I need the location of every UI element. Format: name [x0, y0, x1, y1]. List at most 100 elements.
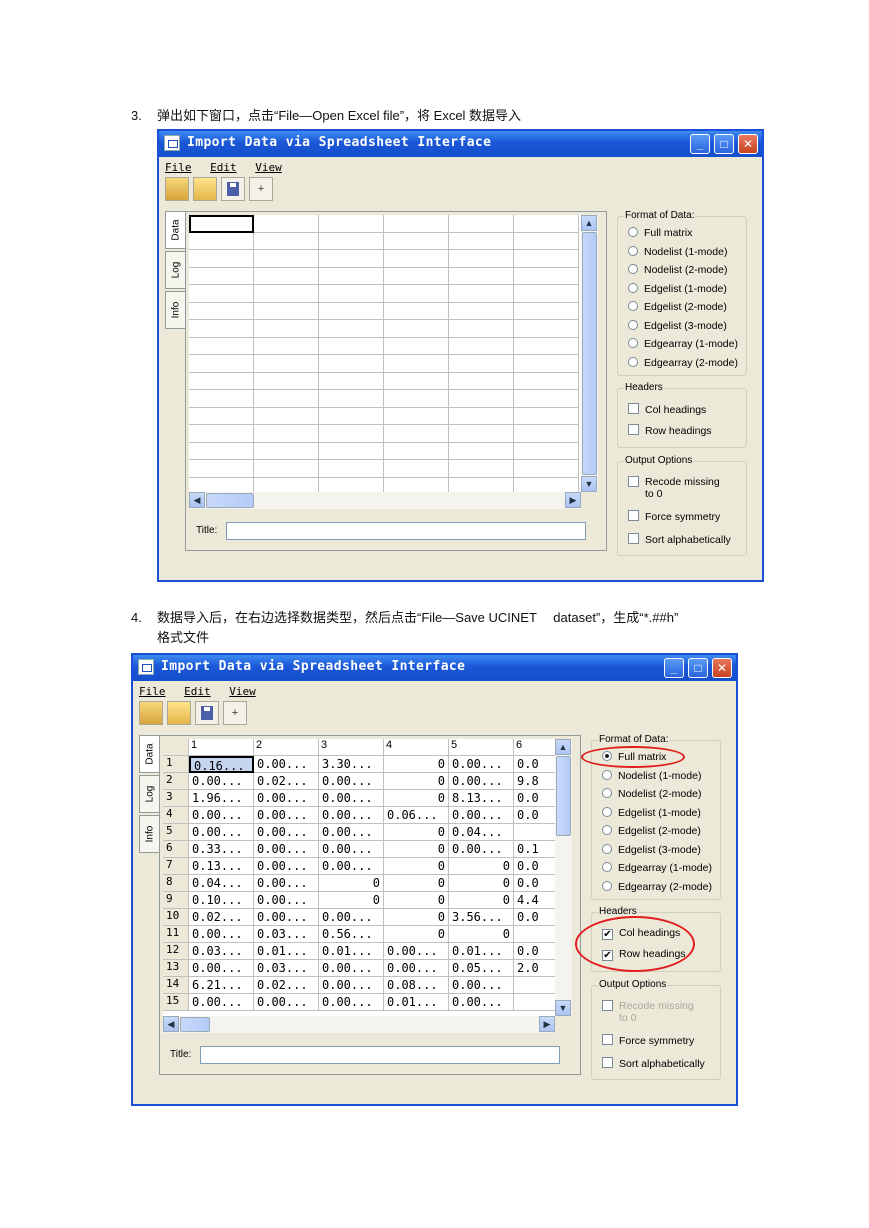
grid-cell[interactable]: 0.00... [319, 977, 384, 994]
grid-cell[interactable] [449, 477, 514, 492]
grid-cell[interactable] [384, 477, 449, 492]
grid-cell[interactable] [189, 267, 254, 285]
grid-cell[interactable] [449, 442, 514, 460]
row-header[interactable]: 10 [163, 909, 189, 926]
grid-cell[interactable]: 0.56... [319, 926, 384, 943]
grid-cell[interactable] [254, 215, 319, 233]
column-header[interactable]: 1 [189, 739, 254, 756]
grid-cell[interactable] [189, 285, 254, 303]
grid-cell[interactable]: 4.4 [514, 892, 555, 909]
format-option-edgearray-1-mode[interactable]: Edgearray (1-mode) [628, 338, 738, 350]
grid-cell[interactable]: 0.03... [189, 943, 254, 960]
grid-cell[interactable]: 3.56... [449, 909, 514, 926]
grid-cell[interactable]: 0 [384, 824, 449, 841]
force-symmetry-checkbox[interactable]: Force symmetry [602, 1034, 694, 1047]
grid-cell[interactable] [449, 285, 514, 303]
row-header[interactable]: 12 [163, 943, 189, 960]
grid-cell[interactable] [319, 215, 384, 233]
radio-icon[interactable] [628, 301, 638, 311]
grid-cell[interactable]: 0.00... [319, 824, 384, 841]
grid-cell[interactable]: 0.00... [449, 807, 514, 824]
format-option-edgelist-1-mode[interactable]: Edgelist (1-mode) [602, 806, 701, 819]
grid-cell[interactable] [449, 267, 514, 285]
grid-cell[interactable] [514, 372, 579, 390]
grid-cell[interactable]: 0 [384, 909, 449, 926]
spreadsheet-grid[interactable] [189, 215, 581, 492]
grid-cell[interactable] [319, 477, 384, 492]
grid-cell[interactable] [384, 250, 449, 268]
grid-cell[interactable] [319, 442, 384, 460]
grid-cell[interactable]: 0.00... [319, 858, 384, 875]
format-option-edgearray-2-mode[interactable]: Edgearray (2-mode) [602, 880, 712, 893]
grid-cell[interactable]: 0.00... [319, 841, 384, 858]
grid-cell[interactable] [514, 250, 579, 268]
format-option-edgelist-3-mode[interactable]: Edgelist (3-mode) [602, 843, 701, 856]
format-option-edgelist-2-mode[interactable]: Edgelist (2-mode) [602, 825, 701, 837]
grid-cell[interactable] [254, 302, 319, 320]
scroll-thumb[interactable] [206, 493, 254, 508]
grid-cell[interactable]: 0.06... [384, 807, 449, 824]
grid-cell[interactable] [319, 460, 384, 478]
grid-cell[interactable] [449, 215, 514, 233]
tab-info[interactable]: Info [165, 291, 185, 329]
grid-cell[interactable]: 1.96... [189, 790, 254, 807]
grid-cell[interactable]: 0.0 [514, 909, 555, 926]
grid-cell[interactable] [254, 442, 319, 460]
grid-cell[interactable]: 0.00... [449, 977, 514, 994]
grid-cell[interactable] [189, 232, 254, 250]
row-header[interactable]: 3 [163, 790, 189, 807]
grid-cell[interactable] [384, 232, 449, 250]
grid-cell[interactable] [254, 250, 319, 268]
arrange-arrows-icon[interactable]: + [223, 701, 247, 725]
horizontal-scrollbar[interactable]: ◀ ▶ [163, 1016, 555, 1033]
grid-cell[interactable]: 0.00... [189, 773, 254, 790]
force-symmetry-checkbox[interactable]: Force symmetry [628, 510, 720, 523]
selected-cell[interactable] [189, 215, 254, 233]
grid-cell[interactable] [514, 337, 579, 355]
grid-cell[interactable] [189, 442, 254, 460]
grid-cell[interactable]: 0.00... [254, 994, 319, 1011]
grid-cell[interactable] [449, 407, 514, 425]
grid-cell[interactable] [514, 285, 579, 303]
grid-cell[interactable] [319, 302, 384, 320]
grid-cell[interactable] [384, 320, 449, 338]
radio-icon[interactable] [628, 245, 638, 256]
grid-cell[interactable] [384, 460, 449, 478]
grid-cell[interactable]: 0.0 [514, 875, 555, 892]
row-header[interactable]: 7 [163, 858, 189, 875]
grid-cell[interactable] [254, 337, 319, 355]
grid-cell[interactable]: 0.04... [449, 824, 514, 841]
grid-cell[interactable]: 0.00... [254, 841, 319, 858]
close-button[interactable]: ✕ [712, 658, 732, 678]
grid-cell[interactable] [319, 232, 384, 250]
radio-icon[interactable] [602, 843, 612, 854]
tab-info[interactable]: Info [139, 815, 159, 853]
radio-icon[interactable] [628, 227, 638, 237]
format-option-nodelist-1-mode[interactable]: Nodelist (1-mode) [628, 245, 727, 258]
checkbox-icon[interactable] [628, 403, 639, 414]
radio-icon[interactable] [628, 264, 638, 274]
grid-cell[interactable]: 0 [384, 773, 449, 790]
horizontal-scrollbar[interactable]: ◀ ▶ [189, 492, 581, 509]
radio-icon[interactable] [602, 806, 612, 817]
grid-cell[interactable]: 0.01... [319, 943, 384, 960]
grid-cell[interactable] [514, 407, 579, 425]
vertical-scrollbar[interactable]: ▲ ▼ [581, 215, 598, 492]
grid-cell[interactable]: 0 [384, 926, 449, 943]
grid-cell[interactable]: 0 [319, 875, 384, 892]
grid-cell[interactable] [189, 355, 254, 373]
column-header[interactable]: 5 [449, 739, 514, 756]
grid-cell[interactable] [319, 267, 384, 285]
grid-cell[interactable]: 0 [449, 858, 514, 875]
grid-cell[interactable] [319, 337, 384, 355]
grid-cell[interactable] [449, 355, 514, 373]
grid-cell[interactable] [449, 390, 514, 408]
grid-cell[interactable]: 0 [449, 892, 514, 909]
grid-cell[interactable] [514, 302, 579, 320]
title-input[interactable] [200, 1046, 560, 1064]
maximize-button[interactable]: □ [714, 134, 734, 154]
grid-cell[interactable] [254, 372, 319, 390]
grid-cell[interactable]: 0.10... [189, 892, 254, 909]
col-headings-checkbox[interactable]: Col headings [628, 403, 706, 416]
grid-cell[interactable] [254, 320, 319, 338]
